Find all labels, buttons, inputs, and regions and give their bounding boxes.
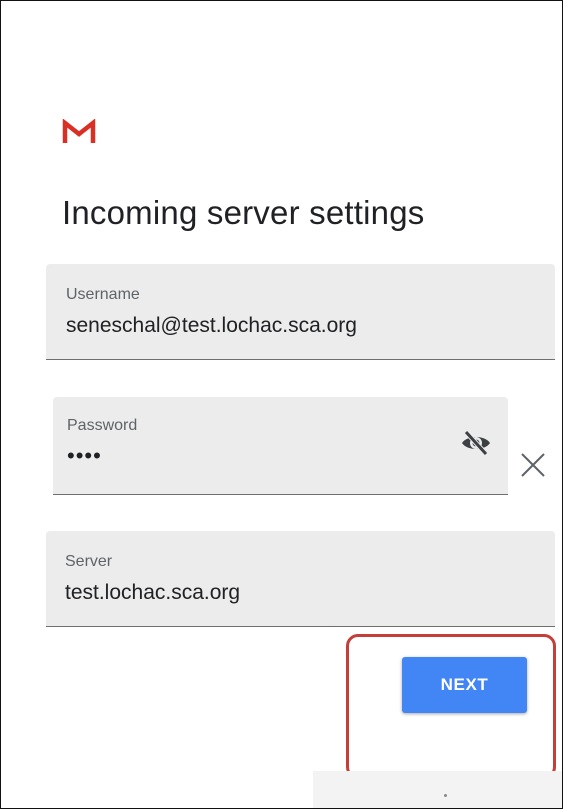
server-label: Server (65, 553, 113, 570)
next-button[interactable]: NEXT (402, 657, 527, 713)
page-title: Incoming server settings (62, 194, 425, 231)
password-label: Password (67, 417, 138, 434)
bottom-bar (313, 771, 562, 808)
close-icon[interactable] (519, 451, 547, 479)
password-input[interactable]: •••• (67, 443, 102, 469)
username-field[interactable]: Username seneschal@test.lochac.sca.org (46, 264, 555, 360)
server-input[interactable]: test.lochac.sca.org (65, 581, 240, 605)
gmail-logo-icon (62, 119, 96, 143)
server-field[interactable]: Server test.lochac.sca.org (46, 531, 555, 627)
screenshot-frame: Incoming server settings Username senesc… (0, 0, 563, 809)
eye-off-icon[interactable] (460, 427, 492, 459)
username-label: Username (66, 286, 140, 303)
username-input[interactable]: seneschal@test.lochac.sca.org (66, 314, 357, 338)
password-field[interactable]: Password •••• (53, 397, 508, 495)
bottom-bar-indicator (444, 794, 447, 797)
